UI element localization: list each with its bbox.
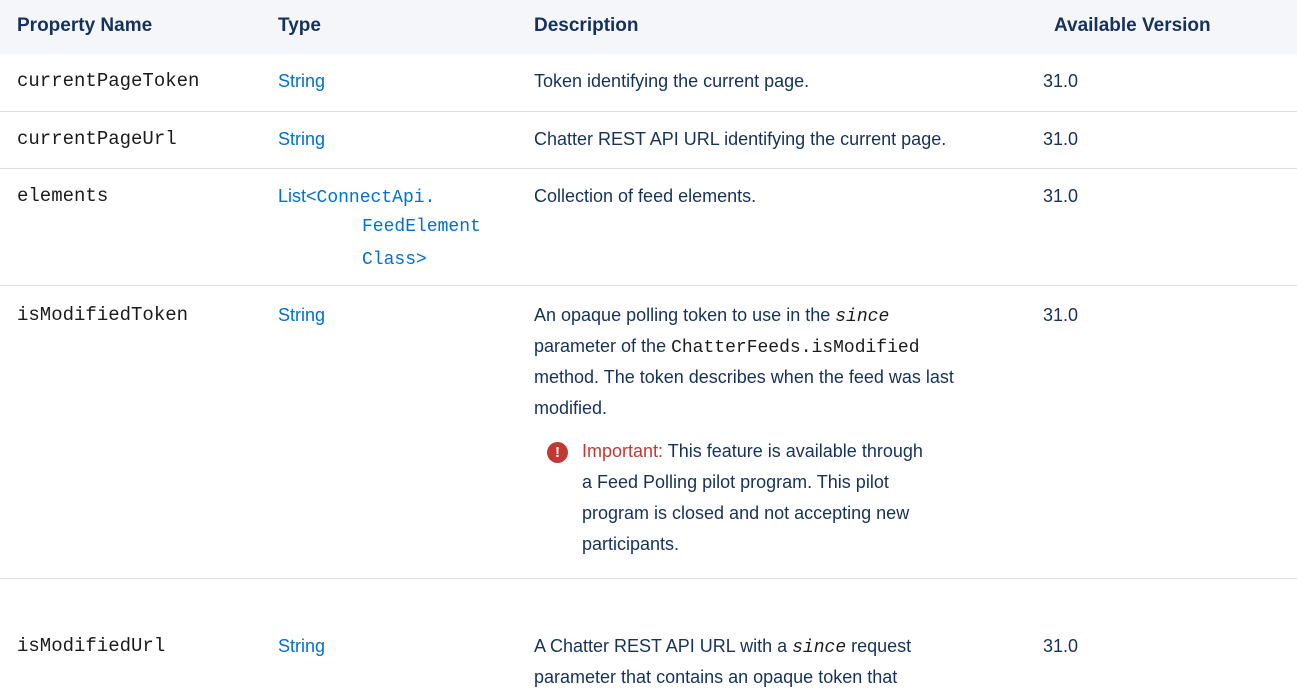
description-line: parameter that contains an opaque token … bbox=[534, 667, 898, 687]
type-link[interactable]: String bbox=[278, 124, 325, 155]
version: 31.0 bbox=[1043, 186, 1079, 206]
version: 31.0 bbox=[1043, 305, 1079, 325]
code-term: since bbox=[835, 307, 890, 327]
code-term: since bbox=[792, 638, 847, 658]
type-link[interactable]: Class bbox=[362, 250, 416, 270]
description: Collection of feed elements. bbox=[534, 186, 757, 206]
important-note-line: program is closed and not accepting new bbox=[582, 503, 910, 523]
type-suffix: > bbox=[416, 248, 427, 268]
description: Token identifying the current page. bbox=[534, 71, 810, 91]
type-link[interactable]: List< bbox=[278, 186, 317, 206]
header-property-name: Property Name bbox=[17, 15, 153, 36]
type-link[interactable]: ConnectApi. bbox=[317, 188, 436, 208]
important-note-line: participants. bbox=[582, 534, 680, 554]
type-link[interactable]: String bbox=[278, 631, 325, 662]
important-note-line: a Feed Polling pilot program. This pilot bbox=[582, 472, 889, 492]
header-type: Type bbox=[278, 15, 321, 36]
row-divider bbox=[0, 111, 1297, 112]
row-divider bbox=[0, 578, 1297, 579]
version: 31.0 bbox=[1043, 129, 1079, 149]
description-line: A Chatter REST API URL with a since requ… bbox=[534, 631, 911, 664]
header-description: Description bbox=[534, 15, 639, 36]
description-line: method. The token describes when the fee… bbox=[534, 367, 954, 387]
description-text: An opaque polling token to use in the bbox=[534, 305, 836, 325]
property-name: isModifiedUrl bbox=[17, 635, 166, 657]
important-icon: ! bbox=[547, 442, 568, 463]
property-name: isModifiedToken bbox=[17, 304, 189, 326]
row-divider bbox=[0, 285, 1297, 286]
version: 31.0 bbox=[1043, 71, 1079, 91]
description-text: parameter of the bbox=[534, 336, 672, 356]
version: 31.0 bbox=[1043, 636, 1079, 656]
property-name: currentPageToken bbox=[17, 70, 200, 92]
row-divider bbox=[0, 168, 1297, 169]
property-name: currentPageUrl bbox=[17, 128, 177, 150]
important-note-line: Important: This feature is available thr… bbox=[582, 436, 923, 467]
type-link[interactable]: String bbox=[278, 66, 325, 97]
type-link[interactable]: String bbox=[278, 300, 325, 331]
important-text: This feature is available through bbox=[663, 441, 923, 461]
important-label: Important: bbox=[582, 441, 664, 461]
code-term: ChatterFeeds.isModified bbox=[671, 338, 920, 358]
description-text: A Chatter REST API URL with a bbox=[534, 636, 793, 656]
type-link[interactable]: FeedElement bbox=[362, 212, 481, 243]
description-line: modified. bbox=[534, 398, 608, 418]
description-line: An opaque polling token to use in the si… bbox=[534, 300, 889, 333]
description-line: parameter of the ChatterFeeds.isModified bbox=[534, 331, 920, 364]
property-name: elements bbox=[17, 185, 109, 207]
header-available-version: Available Version bbox=[1054, 15, 1211, 36]
type-cell-line3: Class> bbox=[362, 243, 427, 276]
type-cell: List<ConnectApi. bbox=[278, 181, 435, 214]
description: Chatter REST API URL identifying the cur… bbox=[534, 129, 947, 149]
description-text: request bbox=[846, 636, 912, 656]
table-header: Property Name Type Description Available… bbox=[0, 0, 1297, 54]
